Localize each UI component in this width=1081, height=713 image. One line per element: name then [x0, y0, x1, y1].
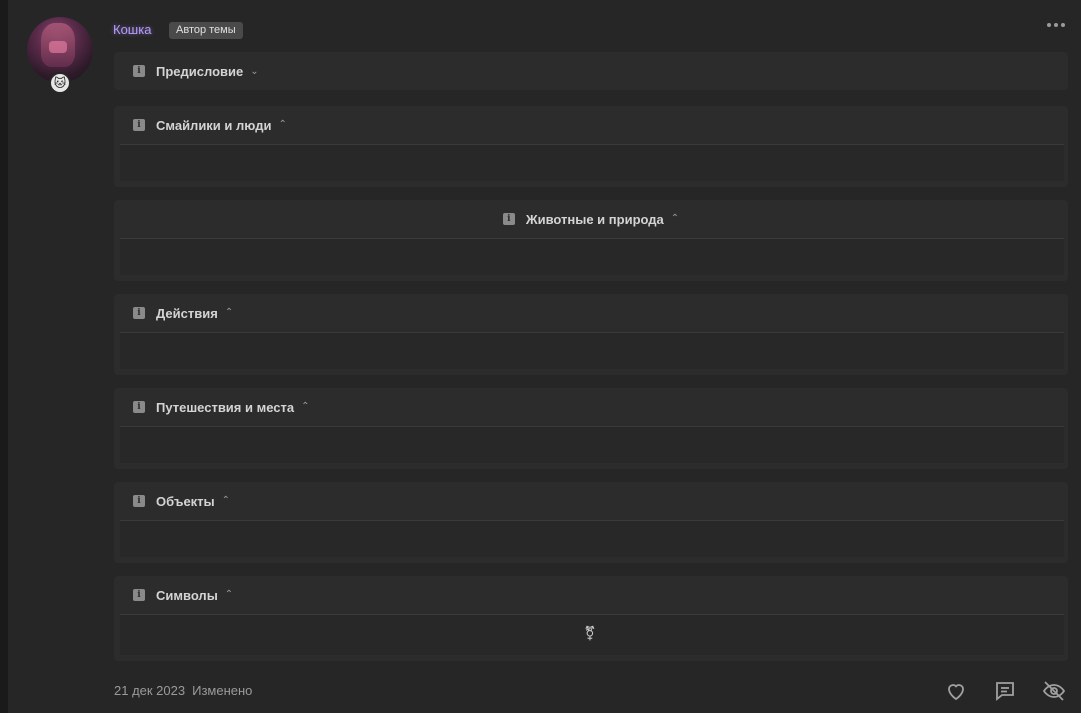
spoiler-title: Путешествия и места	[156, 399, 295, 415]
spoiler-header-animals[interactable]: i Животные и природа ⌃	[114, 200, 1068, 238]
spoiler-title: Символы	[156, 587, 218, 603]
info-icon: i	[502, 213, 515, 225]
transgender-symbol-icon: ⚧	[584, 626, 596, 642]
heart-icon[interactable]	[944, 679, 968, 703]
spoiler-header-activities[interactable]: i Действия ⌃	[114, 294, 1068, 332]
info-icon: i	[133, 589, 145, 601]
ellipsis-horizontal-icon[interactable]	[1044, 17, 1068, 33]
chevron-up-icon: ⌃	[224, 588, 234, 600]
spoiler-content	[120, 144, 1064, 181]
info-icon: i	[133, 307, 145, 319]
spoiler-content: ⚧	[120, 614, 1064, 655]
author-badge: Автор темы	[169, 22, 243, 39]
spoiler-content	[120, 332, 1064, 369]
chevron-up-icon: ⌃	[221, 494, 231, 506]
spoiler-block: i Смайлики и люди ⌃	[114, 106, 1068, 187]
left-rail	[0, 0, 8, 713]
edited-label: Изменено	[192, 683, 253, 698]
chevron-up-icon: ⌃	[224, 306, 234, 318]
chevron-up-icon: ⌃	[301, 400, 310, 412]
spoiler-title: Объекты	[156, 493, 215, 509]
spoiler-block: i Действия ⌃	[114, 294, 1068, 375]
spoiler-content	[120, 238, 1064, 275]
spoiler-title: Смайлики и люди	[156, 117, 272, 133]
spoiler-content	[120, 520, 1064, 557]
spoiler-title: Животные и природа	[525, 211, 664, 227]
post-date[interactable]: 21 дек 2023	[114, 683, 185, 698]
chevron-down-icon: ⌄	[250, 65, 259, 77]
spoiler-header-smileys[interactable]: i Смайлики и люди ⌃	[114, 106, 1068, 144]
chevron-up-icon: ⌃	[278, 118, 287, 130]
spoiler-block: i Животные и природа ⌃	[114, 200, 1068, 281]
avatar-badge-icon: 🐱	[49, 72, 71, 94]
reply-comment-icon[interactable]	[993, 679, 1017, 703]
spoiler-header-objects[interactable]: i Объекты ⌃	[114, 482, 1068, 520]
info-icon: i	[133, 401, 145, 413]
info-icon: i	[133, 495, 145, 507]
spoiler-block: i Символы ⌃ ⚧	[114, 576, 1068, 661]
spoiler-header-symbols[interactable]: i Символы ⌃	[114, 576, 1068, 614]
spoiler-title: Предисловие	[156, 63, 244, 79]
spoiler-header-travel[interactable]: i Путешествия и места ⌃	[114, 388, 1068, 426]
info-icon: i	[133, 65, 145, 77]
hide-eye-slash-icon[interactable]	[1042, 679, 1066, 703]
username-link[interactable]: Кошка	[113, 22, 151, 37]
spoiler-content	[120, 426, 1064, 463]
spoiler-header-preface[interactable]: i Предисловие ⌄	[114, 52, 1068, 90]
info-icon: i	[133, 119, 145, 131]
spoiler-block: i Путешествия и места ⌃	[114, 388, 1068, 469]
chevron-up-icon: ⌃	[670, 212, 680, 224]
spoiler-block: i Объекты ⌃	[114, 482, 1068, 563]
spoiler-block: i Предисловие ⌄	[114, 52, 1068, 90]
spoiler-title: Действия	[156, 305, 218, 321]
post-meta: 21 дек 2023 Изменено	[114, 683, 252, 698]
